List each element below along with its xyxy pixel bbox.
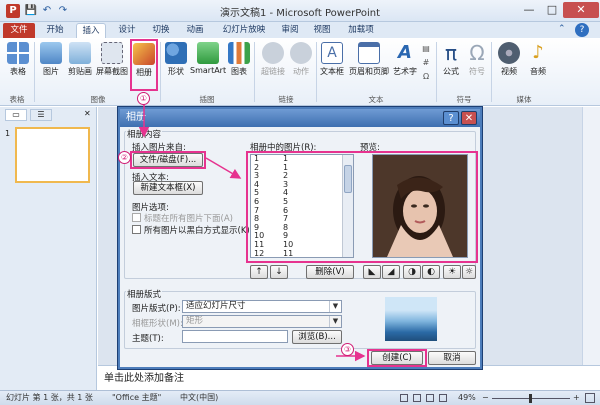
arrow-step2 [205, 157, 242, 179]
step-3-marker: ③ [341, 343, 354, 356]
step-2-marker: ② [118, 151, 131, 164]
step-1-marker: ① [137, 92, 150, 105]
annotation-arrows [138, 92, 366, 362]
